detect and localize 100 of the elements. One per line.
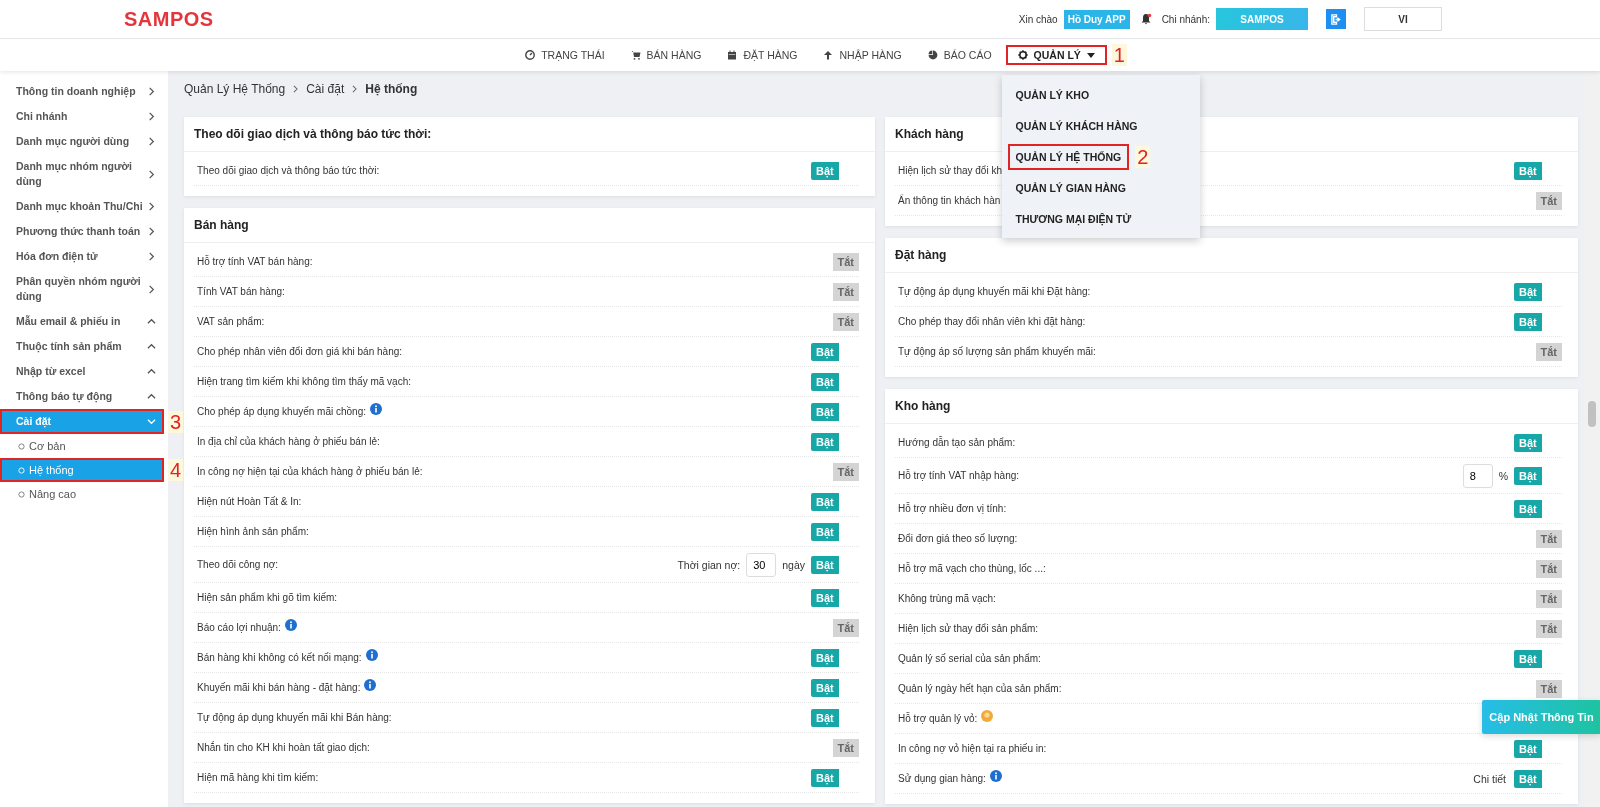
nav-item[interactable]: ĐẶT HÀNG	[715, 45, 810, 65]
toggle-switch[interactable]: Bật	[1514, 769, 1542, 788]
logout-button[interactable]	[1326, 9, 1346, 29]
toggle-switch[interactable]: Tắt	[1535, 619, 1562, 638]
settings-icon	[1017, 50, 1028, 60]
setting-label: Tự động áp dụng khuyến mãi khi Bán hàng:	[197, 712, 392, 723]
toggle-switch[interactable]: Tắt	[832, 738, 859, 757]
toggle-switch[interactable]: Tắt	[1535, 589, 1562, 608]
setting-label: Cho phép áp dụng khuyến mãi chồng:	[197, 406, 366, 417]
gauge-icon	[525, 50, 536, 60]
unit-label: ngày	[782, 558, 805, 571]
toggle-switch[interactable]: Bật	[811, 492, 839, 511]
setting-label: Nhắn tin cho KH khi hoàn tất giao dịch:	[197, 742, 370, 753]
setting-label: Hiện nút Hoàn Tất & In:	[197, 496, 302, 507]
details-link[interactable]: Chi tiết	[1473, 772, 1506, 785]
language-button[interactable]: VI	[1364, 7, 1442, 31]
toggle-switch[interactable]: Tắt	[1535, 191, 1562, 210]
sidebar-subitem[interactable]: Nâng cao	[0, 482, 164, 506]
nav-item[interactable]: NHẬP HÀNG	[811, 45, 914, 65]
toggle-switch[interactable]: Tắt	[832, 312, 859, 331]
toggle-switch[interactable]: Bật	[811, 678, 839, 697]
menu-item[interactable]: THƯƠNG MẠI ĐIỆN TỬ	[1011, 206, 1136, 231]
menu-item[interactable]: QUẢN LÝ KHO	[1011, 82, 1094, 107]
toggle-switch[interactable]: Bật	[1514, 312, 1542, 331]
info-icon[interactable]	[370, 403, 382, 415]
circle-icon	[18, 442, 25, 450]
toggle-switch[interactable]: Tắt	[1535, 679, 1562, 698]
menu-item[interactable]: QUẢN LÝ KHÁCH HÀNG	[1011, 113, 1142, 138]
update-button[interactable]: Cập Nhật Thông Tin	[1482, 700, 1600, 734]
branch-button[interactable]: SAMPOS	[1216, 8, 1308, 30]
sidebar-item[interactable]: Danh mục nhóm người dùng	[0, 154, 164, 194]
setting-label: Hiện sản phẩm khi gõ tìm kiếm:	[197, 592, 338, 603]
sidebar-item[interactable]: Thuộc tính sản phẩm	[0, 334, 164, 359]
toggle-switch[interactable]: Bật	[1514, 649, 1542, 668]
input-label: Thời gian nợ:	[677, 558, 741, 571]
setting-label: In công nợ hiện tại của khách hàng ở phiếu bán lẻ:	[197, 466, 423, 477]
setting-label: Hiện hình ảnh sản phẩm:	[197, 526, 309, 537]
logo[interactable]: SAMPOS	[124, 7, 214, 31]
nav-item[interactable]: TRẠNG THÁI	[513, 45, 617, 65]
nav-item[interactable]: BÁO CÁO	[915, 45, 1004, 65]
toggle-switch[interactable]: Bật	[811, 588, 839, 607]
caret-icon	[1086, 52, 1095, 58]
sidebar-item[interactable]: Danh mục khoản Thu/Chi	[0, 194, 164, 219]
toggle-switch[interactable]: Bật	[1514, 161, 1542, 180]
nav-item[interactable]: BÁN HÀNG	[618, 45, 714, 65]
toggle-switch[interactable]: Tắt	[832, 282, 859, 301]
setting-label: In công nợ vỏ hiện tại ra phiếu in:	[898, 743, 1047, 754]
breadcrumb-item[interactable]: Cài đặt	[306, 82, 345, 96]
sidebar-item[interactable]: Phương thức thanh toán	[0, 219, 164, 244]
menu-item[interactable]: QUẢN LÝ GIAN HÀNG	[1011, 175, 1130, 200]
toggle-switch[interactable]: Bật	[811, 402, 839, 421]
user-badge[interactable]: Hồ Duy APP	[1063, 9, 1130, 29]
sidebar-item[interactable]: Hóa đơn điện tử	[0, 244, 164, 269]
circle-icon	[18, 490, 25, 498]
toggle-switch[interactable]: Bật	[811, 161, 839, 180]
toggle-switch[interactable]: Bật	[811, 432, 839, 451]
toggle-switch[interactable]: Bật	[811, 708, 839, 727]
info-icon[interactable]	[365, 649, 378, 661]
sidebar-item[interactable]: Nhập từ excel	[0, 359, 164, 384]
sidebar-item[interactable]: Chi nhánh	[0, 104, 164, 129]
toggle-switch[interactable]: Tắt	[832, 252, 859, 271]
toggle-switch[interactable]: Bật	[811, 648, 839, 667]
toggle-switch[interactable]: Tắt	[1535, 342, 1562, 361]
toggle-switch[interactable]: Bật	[811, 555, 839, 574]
toggle-switch[interactable]: Tắt	[1535, 559, 1562, 578]
branch-label: Chi nhánh:	[1161, 13, 1210, 25]
sidebar-item[interactable]: Thông tin doanh nghiệp	[0, 79, 164, 104]
toggle-switch[interactable]: Bật	[1514, 499, 1542, 518]
toggle-switch[interactable]: Bật	[1514, 282, 1542, 301]
toggle-switch[interactable]: Bật	[811, 768, 839, 787]
toggle-switch[interactable]: Bật	[811, 372, 839, 391]
setting-label: Hiện trang tìm kiếm khi không tìm thấy mã vạch:	[197, 376, 411, 387]
input-field[interactable]: 30	[746, 552, 777, 577]
setting-label: Đổi đơn giá theo số lượng:	[898, 533, 1018, 544]
toggle-switch[interactable]: Bật	[1514, 466, 1542, 485]
sidebar-item[interactable]: Thông báo tự động	[0, 384, 164, 409]
toggle-switch[interactable]: Tắt	[832, 618, 859, 637]
toggle-switch[interactable]: Bật	[811, 342, 839, 361]
info-icon[interactable]	[989, 770, 1002, 782]
sidebar-item[interactable]: Phân quyền nhóm người dùng	[0, 269, 164, 309]
toggle-switch[interactable]: Bật	[1514, 739, 1542, 758]
nav-item[interactable]: QUẢN LÝ	[1005, 45, 1107, 65]
setting-label: Cho phép nhân viên đổi đơn giá khi bán hàng:	[197, 346, 403, 357]
card-title: Kho hàng	[885, 389, 1578, 424]
info-icon[interactable]	[284, 619, 297, 631]
sidebar-item[interactable]: Danh mục người dùng	[0, 129, 164, 154]
breadcrumb-item[interactable]: Quản Lý Hệ Thống	[184, 82, 286, 96]
toggle-switch[interactable]: Bật	[811, 522, 839, 541]
notification-icon[interactable]	[1139, 13, 1152, 25]
sidebar-item[interactable]: Mẫu email & phiếu in	[0, 309, 164, 334]
callout-number: 1	[1111, 44, 1127, 66]
toggle-switch[interactable]: Tắt	[1535, 529, 1562, 548]
setting-label: Quản lý số serial của sản phẩm:	[898, 653, 1041, 664]
chevron-icon	[147, 202, 156, 211]
toggle-switch[interactable]: Bật	[1514, 433, 1542, 452]
toggle-switch[interactable]: Tắt	[832, 462, 859, 481]
sidebar-subitem[interactable]: Cơ bản	[0, 434, 164, 458]
setting-label: Cho phép thay đổi nhân viên khi đặt hàng:	[898, 316, 1086, 327]
input-field[interactable]: 8	[1462, 463, 1493, 488]
info-icon[interactable]	[364, 679, 377, 691]
